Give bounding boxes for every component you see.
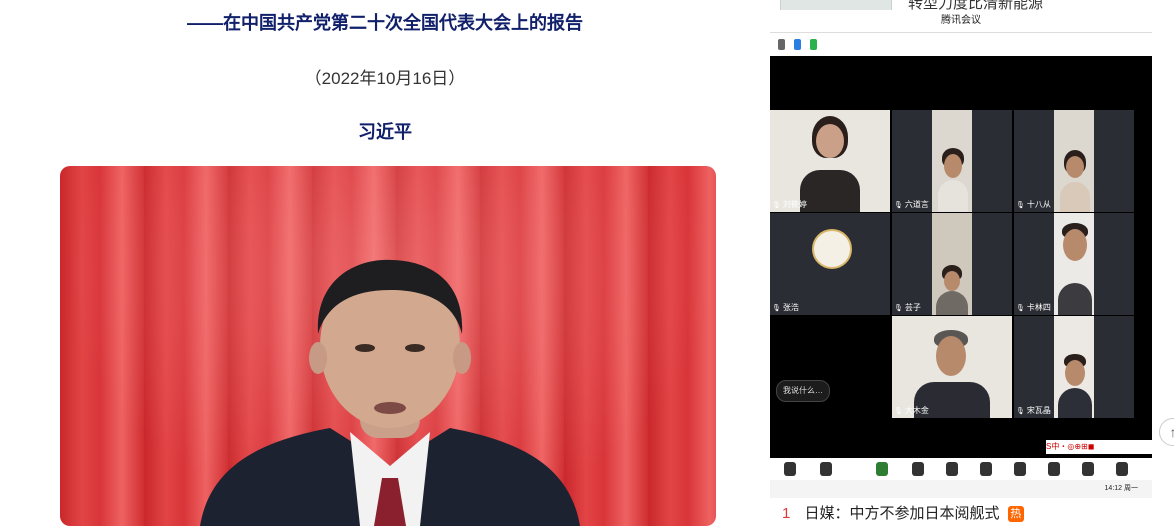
video-tile[interactable]: 刘筱婷 xyxy=(770,110,890,212)
speaker-figure xyxy=(200,259,580,526)
meeting-window-title: 腾讯会议 xyxy=(770,10,1152,33)
participant-name: 刘筱婷 xyxy=(772,199,807,210)
share-icon[interactable] xyxy=(876,462,888,476)
meeting-status-icons: S中・◎⊕⊞◼ xyxy=(1046,440,1152,454)
article: ——在中国共产党第二十次全国代表大会上的报告 （2022年10月16日） 习近平 xyxy=(0,0,770,526)
news-list-item[interactable]: 1 日媒：中方不参加日本阅舰式 热 xyxy=(770,502,1174,522)
mic-icon[interactable] xyxy=(784,462,796,476)
camera-icon[interactable] xyxy=(820,462,832,476)
participant-name: 十八从 xyxy=(1016,199,1051,210)
participant-name: 卡林四 xyxy=(1016,302,1051,313)
chat-icon[interactable] xyxy=(1014,462,1026,476)
video-grid: 刘筱婷 六道言 十八从 张浩 芸子 xyxy=(770,110,1152,418)
apps-icon[interactable] xyxy=(1082,462,1094,476)
settings-icon[interactable] xyxy=(1116,462,1128,476)
record-icon[interactable] xyxy=(1048,462,1060,476)
members-icon[interactable] xyxy=(946,462,958,476)
invite-icon[interactable] xyxy=(980,462,992,476)
meeting-toolbar xyxy=(770,33,1152,56)
security-icon[interactable] xyxy=(912,462,924,476)
mic-status-icon xyxy=(778,39,785,50)
shield-icon xyxy=(794,39,801,50)
news-rank: 1 xyxy=(782,505,791,522)
participant-name: 芸子 xyxy=(894,302,921,313)
article-photo xyxy=(60,166,716,526)
scroll-to-top-button[interactable]: ↑ xyxy=(1159,418,1174,446)
participant-name: 宋瓦晶 xyxy=(1016,405,1051,416)
participant-name: 张浩 xyxy=(772,302,799,313)
video-tile[interactable]: 张浩 xyxy=(770,213,890,315)
video-tile[interactable]: 宋瓦晶 xyxy=(1014,316,1134,418)
meeting-screenshot: 腾讯会议 刘筱婷 六道言 十八从 张浩 xyxy=(770,10,1152,498)
video-tile[interactable]: 卡林四 xyxy=(1014,213,1134,315)
article-subtitle: ——在中国共产党第二十次全国代表大会上的报告 xyxy=(187,13,583,33)
avatar xyxy=(812,229,852,269)
chat-input-pill[interactable]: 我说什么… xyxy=(776,380,830,402)
video-tile[interactable]: 十八从 xyxy=(1014,110,1134,212)
video-tile[interactable]: 六道言 xyxy=(892,110,1012,212)
taskbar-clock: 14:12 周一 xyxy=(770,480,1152,498)
participant-name: 大木金 xyxy=(894,405,929,416)
participant-name: 六道言 xyxy=(894,199,929,210)
video-tile[interactable]: 芸子 xyxy=(892,213,1012,315)
news-title[interactable]: 日媒：中方不参加日本阅舰式 xyxy=(805,505,1000,522)
signal-icon xyxy=(810,39,817,50)
video-tile[interactable]: 大木金 xyxy=(892,316,1012,418)
article-date: （2022年10月16日） xyxy=(304,69,466,88)
article-author: 习近平 xyxy=(358,122,412,142)
